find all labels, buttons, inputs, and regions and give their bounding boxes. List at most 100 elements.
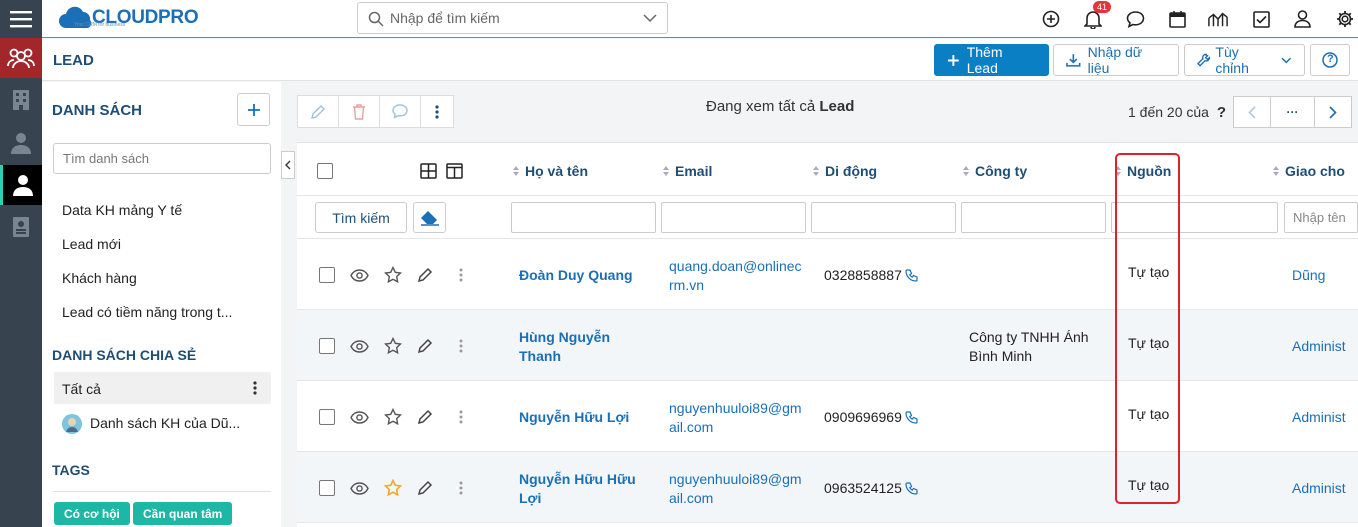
leads-module-icon[interactable] (0, 38, 42, 78)
previous-page-button[interactable] (1233, 96, 1271, 128)
filter-company-input[interactable] (961, 202, 1106, 233)
star-icon[interactable] (383, 336, 403, 356)
add-list-button[interactable] (237, 93, 270, 126)
list-search-input[interactable] (53, 143, 271, 174)
lead-email-link[interactable]: nguyenhuuloi89@gmail.com (669, 399, 804, 437)
tag-chip[interactable]: Cần quan tâm (133, 502, 233, 525)
help-button[interactable]: ? (1310, 44, 1350, 76)
star-icon-active[interactable] (383, 478, 403, 498)
report-chart-icon[interactable] (1208, 9, 1228, 29)
lead-mobile[interactable]: 0909696969 (824, 408, 918, 427)
filter-mobile-input[interactable] (811, 202, 956, 233)
shared-list-item-all[interactable]: Tất cả (62, 381, 101, 397)
kebab-menu-icon[interactable] (451, 336, 471, 356)
add-lead-button[interactable]: Thêm Lead (934, 44, 1049, 76)
clear-filter-button[interactable] (413, 202, 446, 233)
eye-icon[interactable] (349, 265, 369, 285)
column-layout-icon[interactable] (446, 163, 463, 179)
menu-icon[interactable] (0, 0, 42, 38)
filter-name-input[interactable] (511, 202, 656, 233)
lead-name-link[interactable]: Nguyễn Hữu Hữu Lợi (519, 470, 637, 508)
lead-assignee-link[interactable]: Dũng (1292, 266, 1325, 285)
table-row[interactable]: Hùng Nguyễn Thanh Công ty TNHH Ánh Bình … (297, 310, 1358, 381)
calendar-icon[interactable] (1167, 9, 1187, 29)
list-item[interactable]: Lead có tiềm năng trong t... (62, 304, 232, 320)
row-checkbox[interactable] (319, 338, 335, 354)
column-header-assignee[interactable]: Giao cho (1272, 163, 1345, 179)
kebab-menu-icon[interactable] (451, 407, 471, 427)
filter-search-button[interactable]: Tìm kiếm (315, 202, 407, 233)
lead-name-link[interactable]: Nguyễn Hữu Lợi (519, 408, 649, 427)
list-item[interactable]: Khách hàng (62, 270, 137, 286)
star-icon[interactable] (383, 265, 403, 285)
lead-mobile[interactable]: 0328858887 (824, 266, 918, 285)
lead-mobile[interactable]: 0963524125 (824, 479, 918, 498)
comment-button[interactable] (379, 95, 421, 128)
column-header-mobile[interactable]: Di động (812, 163, 877, 179)
delete-button[interactable] (338, 95, 380, 128)
filter-source-input[interactable] (1111, 202, 1278, 233)
phone-icon[interactable] (905, 411, 918, 424)
list-item[interactable]: Lead mới (62, 236, 121, 252)
pencil-icon[interactable] (415, 265, 435, 285)
filter-assignee-input[interactable] (1284, 202, 1358, 233)
eye-icon[interactable] (349, 478, 369, 498)
customize-button[interactable]: Tùy chỉnh (1184, 44, 1305, 76)
row-checkbox[interactable] (319, 409, 335, 425)
edit-button[interactable] (297, 95, 339, 128)
lead-name-link[interactable]: Đoàn Duy Quang (519, 266, 649, 285)
pencil-icon[interactable] (415, 407, 435, 427)
lead-name-link[interactable]: Hùng Nguyễn Thanh (519, 328, 629, 366)
collapse-sidebar-button[interactable] (281, 151, 295, 179)
table-row[interactable]: Nguyễn Hữu Hữu Lợi nguyenhuuloi89@gmail.… (297, 452, 1358, 523)
eye-icon[interactable] (349, 336, 369, 356)
contact-card-icon[interactable] (0, 207, 42, 247)
phone-icon[interactable] (905, 482, 918, 495)
star-icon[interactable] (383, 407, 403, 427)
task-check-icon[interactable] (1251, 9, 1271, 29)
lead-assignee-link[interactable]: Administ (1292, 408, 1346, 427)
eye-icon[interactable] (349, 407, 369, 427)
kebab-menu-icon[interactable] (451, 478, 471, 498)
more-actions-button[interactable] (420, 95, 454, 128)
chevron-left-icon (285, 160, 291, 170)
next-page-button[interactable] (1314, 96, 1352, 128)
global-search-input[interactable] (390, 9, 630, 27)
chevron-down-icon[interactable] (643, 14, 657, 23)
column-header-name[interactable]: Họ và tên (512, 163, 588, 179)
pencil-icon[interactable] (415, 478, 435, 498)
global-search[interactable] (357, 2, 668, 34)
pencil-icon[interactable] (415, 336, 435, 356)
table-row[interactable]: Nguyễn Hữu Lợi nguyenhuuloi89@gmail.com … (297, 381, 1358, 452)
lead-assignee-link[interactable]: Administ (1292, 337, 1346, 356)
page-jump-button[interactable]: ··· (1270, 96, 1315, 128)
building-icon[interactable] (0, 80, 42, 120)
grid-view-icon[interactable] (420, 163, 437, 179)
column-header-email[interactable]: Email (662, 163, 712, 179)
kebab-menu-icon[interactable] (451, 265, 471, 285)
pagination-total-help[interactable]: ? (1217, 104, 1226, 121)
chat-icon[interactable] (1125, 9, 1145, 29)
shared-list-item[interactable]: Danh sách KH của Dũ... (90, 415, 240, 431)
sort-icon (513, 166, 519, 176)
table-row[interactable]: Đoàn Duy Quang quang.doan@onlinecrm.vn 0… (297, 239, 1358, 310)
lead-email-link[interactable]: quang.doan@onlinecrm.vn (669, 257, 804, 295)
select-all-checkbox[interactable] (317, 163, 333, 179)
add-circle-icon[interactable] (1041, 9, 1061, 29)
row-checkbox[interactable] (319, 267, 335, 283)
lead-email-link[interactable]: nguyenhuuloi89@gmail.com (669, 470, 804, 508)
kebab-menu-icon[interactable] (253, 381, 257, 395)
column-header-company[interactable]: Công ty (962, 163, 1027, 179)
user-icon[interactable] (1292, 9, 1312, 29)
gear-icon[interactable] (1335, 9, 1355, 29)
tag-chip[interactable]: Có cơ hội (54, 502, 130, 525)
lead-assignee-link[interactable]: Administ (1292, 479, 1346, 498)
person-icon[interactable] (0, 165, 42, 205)
contact-icon[interactable] (0, 123, 42, 163)
list-item[interactable]: Data KH mảng Y tế (62, 202, 182, 218)
column-header-source[interactable]: Nguồn (1114, 163, 1171, 179)
row-checkbox[interactable] (319, 480, 335, 496)
filter-email-input[interactable] (661, 202, 806, 233)
phone-icon[interactable] (905, 269, 918, 282)
import-data-button[interactable]: Nhập dữ liệu (1053, 44, 1179, 76)
